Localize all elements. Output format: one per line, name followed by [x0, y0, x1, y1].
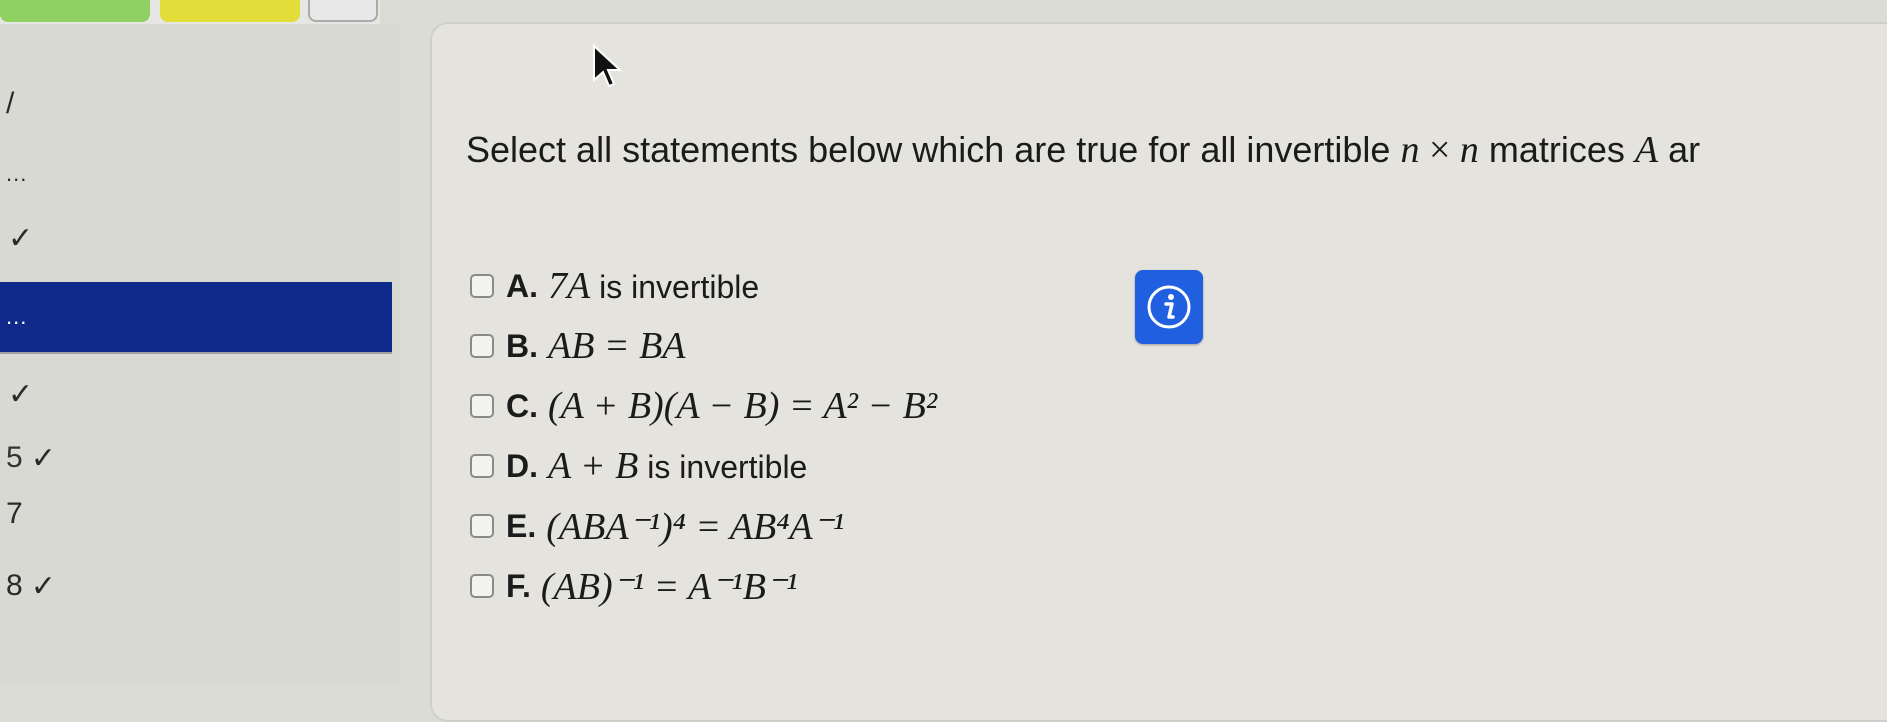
info-button[interactable] [1135, 270, 1203, 344]
option-letter: D. [506, 447, 538, 484]
option-letter: B. [506, 327, 538, 364]
prompt-mid: matrices [1478, 129, 1635, 170]
cursor-arrow-icon [593, 44, 623, 88]
option-e-text: (ABA⁻¹)⁴ = AB⁴A⁻¹ [546, 504, 844, 549]
check-icon: ✓ [8, 377, 34, 411]
option-c-text: (A + B)(A − B) = A² − B² [548, 384, 937, 428]
option-letter: C. [506, 387, 538, 424]
sidebar-item-label: ... [6, 161, 28, 186]
sidebar-item-5[interactable]: 5 ✓ [0, 438, 392, 478]
sidebar-item-label: ... [6, 304, 28, 329]
option-a[interactable]: A. 7A is invertible [470, 256, 937, 316]
sidebar-item-label: 5 [6, 441, 23, 474]
prompt-matrix: A [1634, 129, 1659, 171]
sidebar-item-label: 7 [6, 497, 23, 530]
question-sidebar: / ... ✓ ... ✓ 5 ✓ 7 8 ✓ [0, 24, 400, 685]
option-d-text: A + B is invertible [548, 444, 807, 488]
option-b-checkbox[interactable] [470, 334, 494, 358]
prompt-times: × [1419, 129, 1460, 171]
prompt-suffix: ar [1658, 129, 1701, 170]
answer-options: A. 7A is invertible B. AB = BA C. (A + B… [470, 256, 937, 616]
sidebar-item-8[interactable]: 8 ✓ [0, 566, 392, 606]
option-e-math: (ABA⁻¹)⁴ = AB⁴A⁻¹ [546, 505, 845, 548]
sidebar-item-label: 8 [6, 569, 23, 602]
option-f-text: (AB)⁻¹ = A⁻¹B⁻¹ [541, 564, 797, 609]
option-a-checkbox[interactable] [470, 274, 494, 298]
check-icon: ✓ [30, 569, 56, 603]
sidebar-item-current[interactable]: ... [0, 282, 392, 354]
sidebar-item-3[interactable]: ✓ [0, 218, 392, 258]
option-f-checkbox[interactable] [470, 574, 494, 598]
option-e-checkbox[interactable] [470, 514, 494, 538]
option-c-checkbox[interactable] [470, 394, 494, 418]
info-icon [1147, 285, 1191, 329]
sidebar-item-4[interactable]: ✓ [0, 374, 392, 414]
option-b-math: AB = BA [548, 325, 686, 367]
option-d-math: A + B [548, 445, 639, 487]
option-a-plain: is invertible [590, 269, 760, 305]
option-b[interactable]: B. AB = BA [470, 316, 937, 376]
question-prompt: Select all statements below which are tr… [466, 128, 1700, 172]
prompt-text: Select all statements below which are tr… [466, 129, 1401, 170]
option-c-math: (A + B)(A − B) = A² − B² [548, 385, 938, 427]
option-f-math: (AB)⁻¹ = A⁻¹B⁻¹ [540, 565, 798, 608]
option-e[interactable]: E. (ABA⁻¹)⁴ = AB⁴A⁻¹ [470, 496, 937, 556]
option-c[interactable]: C. (A + B)(A − B) = A² − B² [470, 376, 937, 436]
option-d[interactable]: D. A + B is invertible [470, 436, 937, 496]
check-icon: ✓ [8, 221, 34, 255]
option-f[interactable]: F. (AB)⁻¹ = A⁻¹B⁻¹ [470, 556, 937, 616]
progress-swatch-green [0, 0, 150, 22]
option-letter: E. [506, 507, 537, 544]
option-d-checkbox[interactable] [470, 454, 494, 478]
option-a-math: 7A [548, 265, 591, 307]
sidebar-item-2[interactable]: ... [0, 154, 392, 194]
sidebar-item-1[interactable]: / [0, 84, 392, 124]
progress-swatch-gray [308, 0, 378, 22]
option-a-text: 7A is invertible [548, 264, 759, 308]
option-letter: F. [506, 567, 531, 604]
option-letter: A. [506, 267, 538, 304]
sidebar-item-7[interactable]: 7 [0, 494, 392, 534]
progress-strip [0, 0, 380, 24]
prompt-n2: n [1459, 129, 1479, 171]
prompt-n1: n [1400, 129, 1420, 171]
sidebar-item-label: / [6, 87, 15, 120]
progress-swatch-yellow [160, 0, 300, 22]
check-icon: ✓ [30, 441, 56, 475]
option-d-plain: is invertible [638, 449, 808, 485]
option-b-text: AB = BA [548, 324, 686, 368]
